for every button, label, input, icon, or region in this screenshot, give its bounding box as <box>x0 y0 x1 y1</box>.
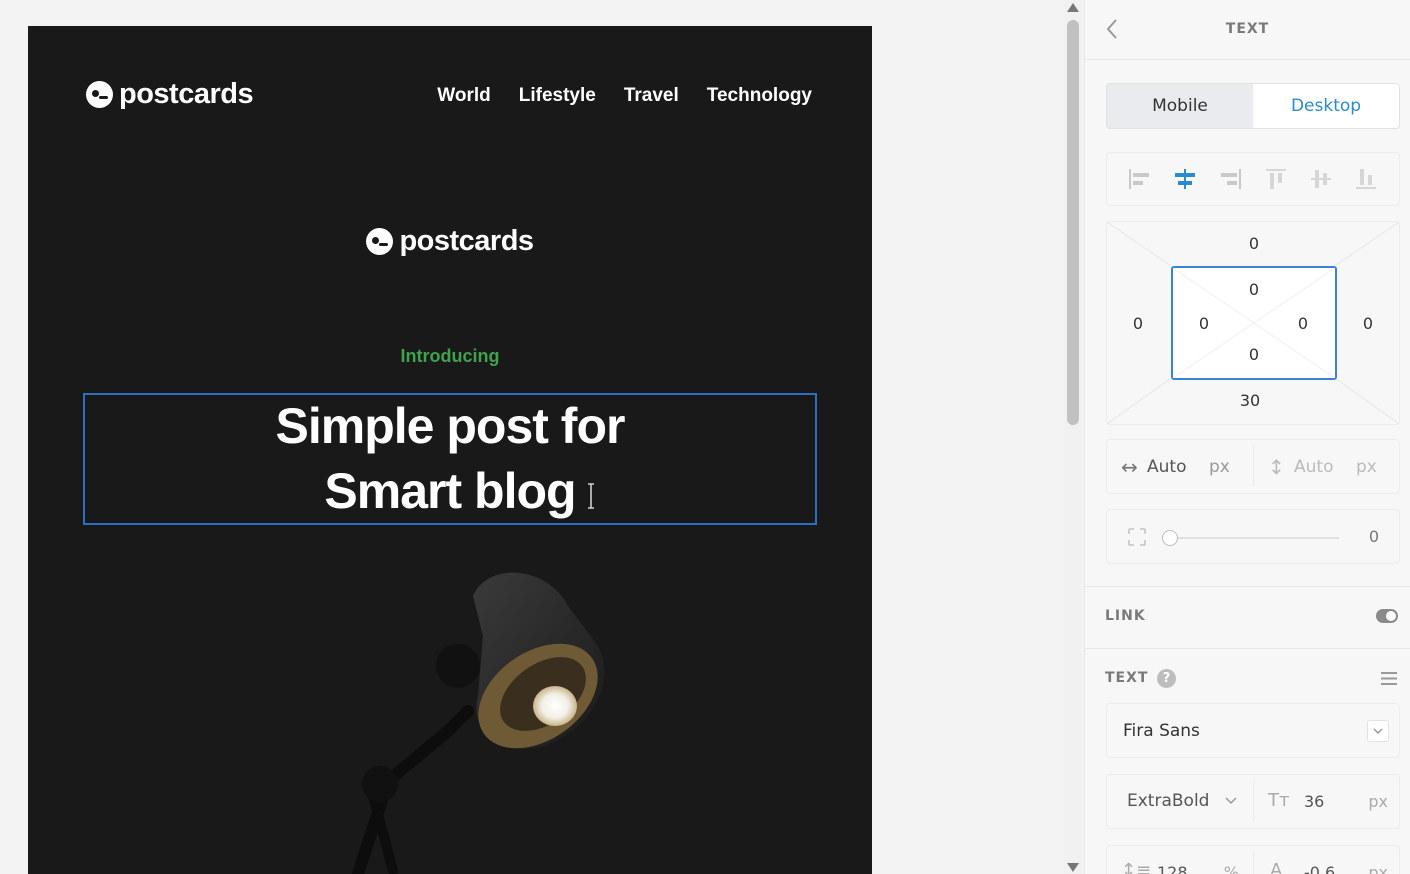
postcards-logo-icon <box>86 81 113 108</box>
nav-item-lifestyle[interactable]: Lifestyle <box>519 85 596 107</box>
line-height-unit: % <box>1223 863 1239 874</box>
font-size-unit: px <box>1368 792 1388 811</box>
height-field[interactable]: ↕ Auto px <box>1254 440 1400 493</box>
font-weight-select[interactable]: ExtraBold <box>1107 775 1253 828</box>
corner-radius-icon <box>1128 528 1146 546</box>
nav-item-travel[interactable]: Travel <box>624 85 679 107</box>
align-center-horizontal-icon[interactable] <box>1172 167 1198 191</box>
spacing-box-model: 0 0 0 30 0 0 0 0 <box>1106 221 1400 425</box>
desk-lamp-image <box>352 572 605 874</box>
padding-right-value[interactable]: 0 <box>1288 314 1318 333</box>
line-height-value[interactable]: 128 <box>1157 863 1188 874</box>
tab-mobile[interactable]: Mobile <box>1107 84 1253 128</box>
width-field[interactable]: ↔ Auto px <box>1107 440 1253 493</box>
margin-bottom-value[interactable]: 30 <box>1235 391 1265 410</box>
link-toggle[interactable] <box>1376 609 1398 623</box>
help-icon[interactable]: ? <box>1157 669 1176 688</box>
letter-spacing-unit: px <box>1368 863 1388 874</box>
device-toggle: Mobile Desktop <box>1106 83 1400 129</box>
panel-title: TEXT <box>1225 21 1270 37</box>
headline-text[interactable]: Simple post for Smart blog <box>28 394 872 524</box>
headline-line-2: Smart blog <box>324 463 576 519</box>
canvas-scrollbar[interactable] <box>1064 0 1082 874</box>
margin-top-value[interactable]: 0 <box>1239 234 1269 253</box>
intro-text[interactable]: Introducing <box>28 346 872 367</box>
scroll-up-arrow-icon[interactable] <box>1067 3 1079 12</box>
panel-header: TEXT <box>1085 0 1410 60</box>
scroll-thumb[interactable] <box>1067 20 1079 425</box>
height-value[interactable]: Auto <box>1294 457 1356 477</box>
height-unit[interactable]: px <box>1356 457 1377 477</box>
font-size-value[interactable]: 36 <box>1304 792 1324 811</box>
divider <box>1085 648 1410 649</box>
padding-left-value[interactable]: 0 <box>1189 314 1219 333</box>
font-weight-value: ExtraBold <box>1127 791 1210 811</box>
margin-left-value[interactable]: 0 <box>1123 314 1153 333</box>
align-right-icon[interactable] <box>1217 167 1243 191</box>
text-section-label: TEXT <box>1105 670 1149 686</box>
align-middle-vertical-icon[interactable] <box>1308 167 1334 191</box>
font-family-select[interactable]: Fira Sans <box>1106 703 1400 758</box>
padding-box: 0 0 0 0 <box>1171 266 1337 380</box>
center-logo[interactable]: postcards <box>28 225 872 258</box>
align-top-icon[interactable] <box>1263 167 1289 191</box>
brand-logo[interactable]: postcards <box>86 78 254 111</box>
padding-bottom-value[interactable]: 0 <box>1239 345 1269 364</box>
editor-canvas: postcards World Lifestyle Travel Technol… <box>0 0 1064 874</box>
scroll-down-arrow-icon[interactable] <box>1067 863 1079 872</box>
size-controls: ↔ Auto px ↕ Auto px <box>1106 439 1400 494</box>
border-radius-control: 0 <box>1106 509 1400 564</box>
center-brand-name: postcards <box>399 225 534 257</box>
email-nav: World Lifestyle Travel Technology <box>437 85 812 107</box>
brand-name: postcards <box>119 78 254 110</box>
headline-line-1: Simple post for <box>275 398 626 454</box>
width-arrows-icon: ↔ <box>1121 454 1138 479</box>
radius-slider-thumb[interactable] <box>1162 530 1178 546</box>
radius-value[interactable]: 0 <box>1369 527 1379 546</box>
padding-top-value[interactable]: 0 <box>1239 280 1269 299</box>
line-height-letter-spacing-row: ↕≡ 128 % A -0.6 px <box>1106 845 1400 874</box>
margin-right-value[interactable]: 0 <box>1353 314 1383 333</box>
height-arrows-icon: ↕ <box>1268 454 1285 479</box>
letter-spacing-icon: A <box>1270 860 1283 874</box>
radius-slider-track[interactable] <box>1169 537 1339 539</box>
width-unit[interactable]: px <box>1209 457 1230 477</box>
menu-lines-icon[interactable] <box>1380 671 1398 686</box>
properties-panel: TEXT Mobile Desktop 0 0 0 30 0 0 0 0 ↔ A… <box>1084 0 1410 874</box>
email-preview: postcards World Lifestyle Travel Technol… <box>28 26 872 874</box>
link-section-label: LINK <box>1105 608 1146 624</box>
font-size-icon: Tт <box>1268 790 1290 811</box>
letter-spacing-value[interactable]: -0.6 <box>1304 863 1335 874</box>
alignment-toolbar <box>1106 152 1400 206</box>
letter-spacing-field[interactable]: A -0.6 px <box>1254 846 1400 874</box>
align-left-icon[interactable] <box>1127 167 1153 191</box>
postcards-logo-icon <box>366 228 394 255</box>
text-cursor-icon <box>588 483 594 509</box>
weight-size-row: ExtraBold Tт 36 px <box>1106 774 1400 829</box>
nav-item-technology[interactable]: Technology <box>707 85 812 107</box>
font-size-field[interactable]: Tт 36 px <box>1254 775 1400 828</box>
nav-item-world[interactable]: World <box>437 85 490 107</box>
chevron-down-icon <box>1225 797 1237 805</box>
line-height-field[interactable]: ↕≡ 128 % <box>1107 846 1253 874</box>
chevron-down-icon <box>1373 728 1383 735</box>
width-value[interactable]: Auto <box>1147 457 1209 477</box>
font-family-value: Fira Sans <box>1123 721 1200 741</box>
align-bottom-icon[interactable] <box>1353 167 1379 191</box>
divider <box>1085 586 1410 587</box>
tab-desktop[interactable]: Desktop <box>1253 84 1399 128</box>
line-height-icon: ↕≡ <box>1121 860 1152 874</box>
font-dropdown-button[interactable] <box>1367 720 1389 742</box>
